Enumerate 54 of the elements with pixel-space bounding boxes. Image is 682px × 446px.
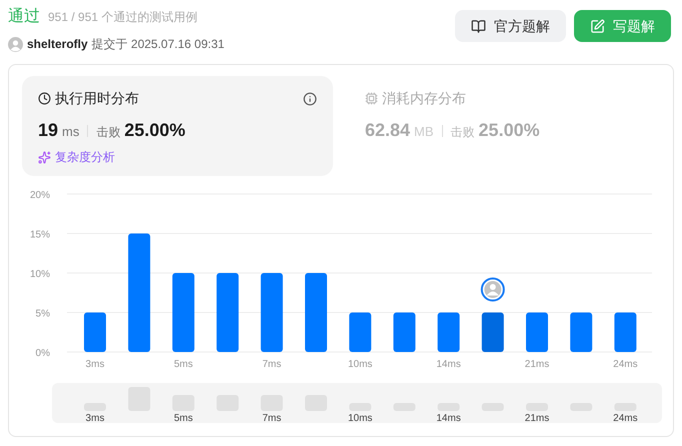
info-icon[interactable] <box>303 92 317 106</box>
chip-icon <box>365 92 378 105</box>
user-avatar <box>8 36 23 52</box>
stat-panel[interactable]: 执行用时分布 19 ms 击败 25.00% 复杂度分析 <box>22 76 333 176</box>
bar[interactable] <box>216 273 239 352</box>
bar[interactable] <box>349 312 372 352</box>
submit-time: 提交于 2025.07.16 09:31 <box>92 36 224 53</box>
stat-value: 19 <box>38 119 58 142</box>
cases-text: 951 / 951 个通过的测试用例 <box>48 9 198 26</box>
book-icon <box>471 18 486 34</box>
bar[interactable] <box>172 273 194 352</box>
bar[interactable] <box>260 273 283 352</box>
x-tick-label: 3ms <box>86 359 104 369</box>
bar[interactable] <box>482 312 504 352</box>
username[interactable]: shelterofly <box>27 35 88 53</box>
beat-percent: 25.00% <box>478 119 540 142</box>
x-tick-label: 5ms <box>174 359 193 369</box>
overview-label: 24ms <box>613 413 638 423</box>
overview-label: 21ms <box>524 413 550 423</box>
overview-label: 5ms <box>174 413 193 423</box>
bar[interactable] <box>393 312 416 352</box>
overview-panel[interactable]: 3ms 5ms 7ms 10ms 14ms 21ms 24ms <box>52 383 662 423</box>
clock-icon <box>38 92 51 105</box>
beat-percent: 25.00% <box>124 119 186 142</box>
y-tick-label: 15% <box>30 230 50 240</box>
bar[interactable] <box>438 312 460 352</box>
sparkle-icon <box>38 150 51 164</box>
stat-title: 执行用时分布 <box>55 89 139 108</box>
stat-unit: ms <box>62 123 80 141</box>
complexity-link[interactable]: 复杂度分析 <box>38 148 317 166</box>
status-text: 通过 <box>8 6 40 27</box>
bar[interactable] <box>128 234 150 352</box>
official-solution-button[interactable]: 官方题解 <box>455 10 566 42</box>
x-tick-label: 24ms <box>613 359 638 369</box>
bar[interactable] <box>614 312 636 352</box>
stat-value: 62.84 <box>365 119 410 142</box>
x-tick-label: 7ms <box>262 359 282 369</box>
y-tick-label: 0% <box>36 348 50 359</box>
x-tick-label: 10ms <box>348 359 372 369</box>
y-tick-label: 10% <box>30 269 50 280</box>
stat-title: 消耗内存分布 <box>382 89 466 108</box>
beat-label: 击败 <box>450 124 475 141</box>
y-tick-label: 5% <box>36 308 50 320</box>
overview-label: 10ms <box>348 413 372 423</box>
x-tick-label: 14ms <box>436 359 461 369</box>
overview-label: 7ms <box>262 413 282 423</box>
y-tick-label: 20% <box>30 190 50 201</box>
x-tick-label: 21ms <box>524 359 550 369</box>
edit-icon <box>590 18 605 34</box>
bar[interactable] <box>570 312 592 352</box>
overview-label: 3ms <box>86 413 104 423</box>
beat-label: 击败 <box>96 124 120 141</box>
user-marker <box>480 278 505 302</box>
overview-label: 14ms <box>436 413 461 423</box>
